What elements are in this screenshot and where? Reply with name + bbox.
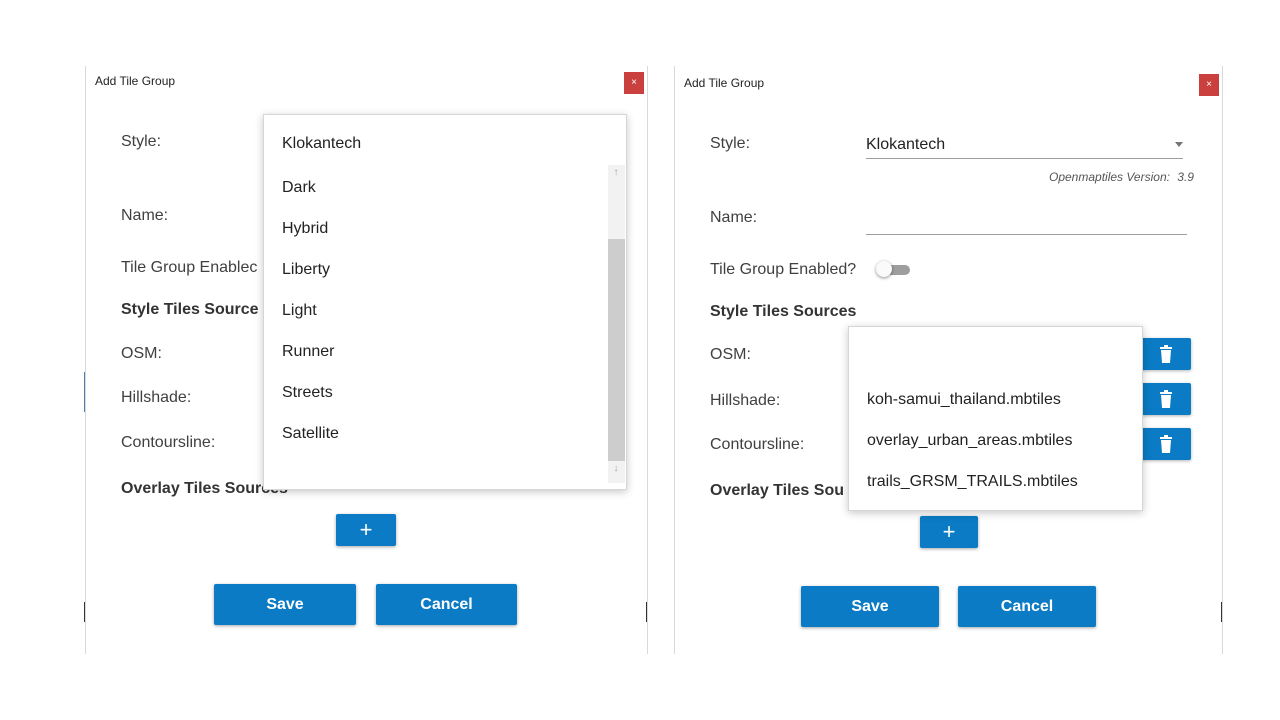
caret-down-icon [1175, 142, 1183, 147]
version-value: 3.9 [1177, 170, 1194, 184]
style-option-liberty[interactable]: Liberty [282, 261, 330, 279]
version-label: Openmaptiles Version: [1049, 170, 1170, 184]
close-icon: × [631, 77, 637, 88]
dropdown-scrollbar[interactable]: ↑ ↓ [608, 165, 625, 483]
tiles-file-dropdown-list: koh-samui_thailand.mbtiles overlay_urban… [848, 326, 1143, 511]
overlay-tiles-sources-heading: Overlay Tiles Sou [710, 482, 844, 499]
style-option-streets[interactable]: Streets [282, 384, 333, 402]
tile-group-enabled-label: Tile Group Enabled? [710, 261, 857, 278]
background-window-edge [84, 602, 85, 622]
tile-group-enabled-label: Tile Group Enablec [121, 259, 258, 276]
name-input[interactable] [866, 208, 1187, 235]
file-option-trails-grsm[interactable]: trails_GRSM_TRAILS.mbtiles [867, 473, 1078, 491]
style-select[interactable]: Klokantech [866, 134, 1183, 159]
delete-osm-button[interactable] [1141, 338, 1191, 370]
add-overlay-button[interactable]: + [920, 516, 978, 548]
trash-icon [1160, 390, 1172, 408]
dialog-title: Add Tile Group [95, 74, 176, 88]
openmaptiles-version: Openmaptiles Version: 3.9 [1049, 170, 1194, 184]
osm-label: OSM: [710, 346, 751, 363]
delete-contoursline-button[interactable] [1141, 428, 1191, 460]
close-button[interactable]: × [624, 72, 644, 94]
toggle-knob [876, 261, 892, 277]
style-option-light[interactable]: Light [282, 302, 317, 320]
tile-group-enabled-toggle[interactable] [876, 261, 910, 277]
dialog-title: Add Tile Group [684, 76, 765, 90]
name-label: Name: [710, 209, 758, 226]
style-select-value: Klokantech [866, 136, 946, 153]
style-dropdown-list: Klokantech Dark Hybrid Liberty Light Run… [263, 114, 627, 490]
cancel-button[interactable]: Cancel [958, 586, 1096, 627]
style-option-runner[interactable]: Runner [282, 343, 334, 361]
background-window-edge [646, 602, 647, 622]
contoursline-label: Contoursline: [121, 434, 216, 451]
scroll-down-arrow-icon[interactable]: ↓ [608, 463, 624, 474]
style-option-hybrid[interactable]: Hybrid [282, 220, 328, 238]
style-tiles-sources-heading: Style Tiles Sources [710, 303, 857, 320]
style-option-satellite[interactable]: Satellite [282, 425, 339, 443]
add-overlay-button[interactable]: + [336, 514, 396, 546]
close-button[interactable]: × [1199, 74, 1219, 96]
close-icon: × [1206, 79, 1212, 90]
delete-hillshade-button[interactable] [1141, 383, 1191, 415]
osm-label: OSM: [121, 345, 162, 362]
file-option-koh-samui[interactable]: koh-samui_thailand.mbtiles [867, 391, 1061, 409]
hillshade-label: Hillshade: [121, 389, 192, 406]
background-window-edge [84, 372, 85, 412]
scroll-up-arrow-icon[interactable]: ↑ [608, 167, 624, 178]
background-window-edge [1221, 602, 1222, 622]
style-option-dark[interactable]: Dark [282, 179, 316, 197]
file-option-overlay-urban-areas[interactable]: overlay_urban_areas.mbtiles [867, 432, 1072, 450]
cancel-button[interactable]: Cancel [376, 584, 517, 625]
style-label: Style: [710, 135, 751, 152]
style-label: Style: [121, 133, 162, 150]
hillshade-label: Hillshade: [710, 392, 781, 409]
scroll-thumb[interactable] [608, 239, 625, 461]
add-tile-group-dialog-left: Add Tile Group × Style: Name: Tile Group… [85, 66, 648, 654]
style-option-klokantech[interactable]: Klokantech [282, 135, 361, 153]
add-tile-group-dialog-right: Add Tile Group × Style: Klokantech Openm… [674, 66, 1223, 654]
save-button[interactable]: Save [214, 584, 356, 625]
trash-icon [1160, 345, 1172, 363]
save-button[interactable]: Save [801, 586, 939, 627]
trash-icon [1160, 435, 1172, 453]
style-tiles-sources-heading: Style Tiles Source [121, 301, 259, 318]
name-label: Name: [121, 207, 169, 224]
contoursline-label: Contoursline: [710, 436, 805, 453]
